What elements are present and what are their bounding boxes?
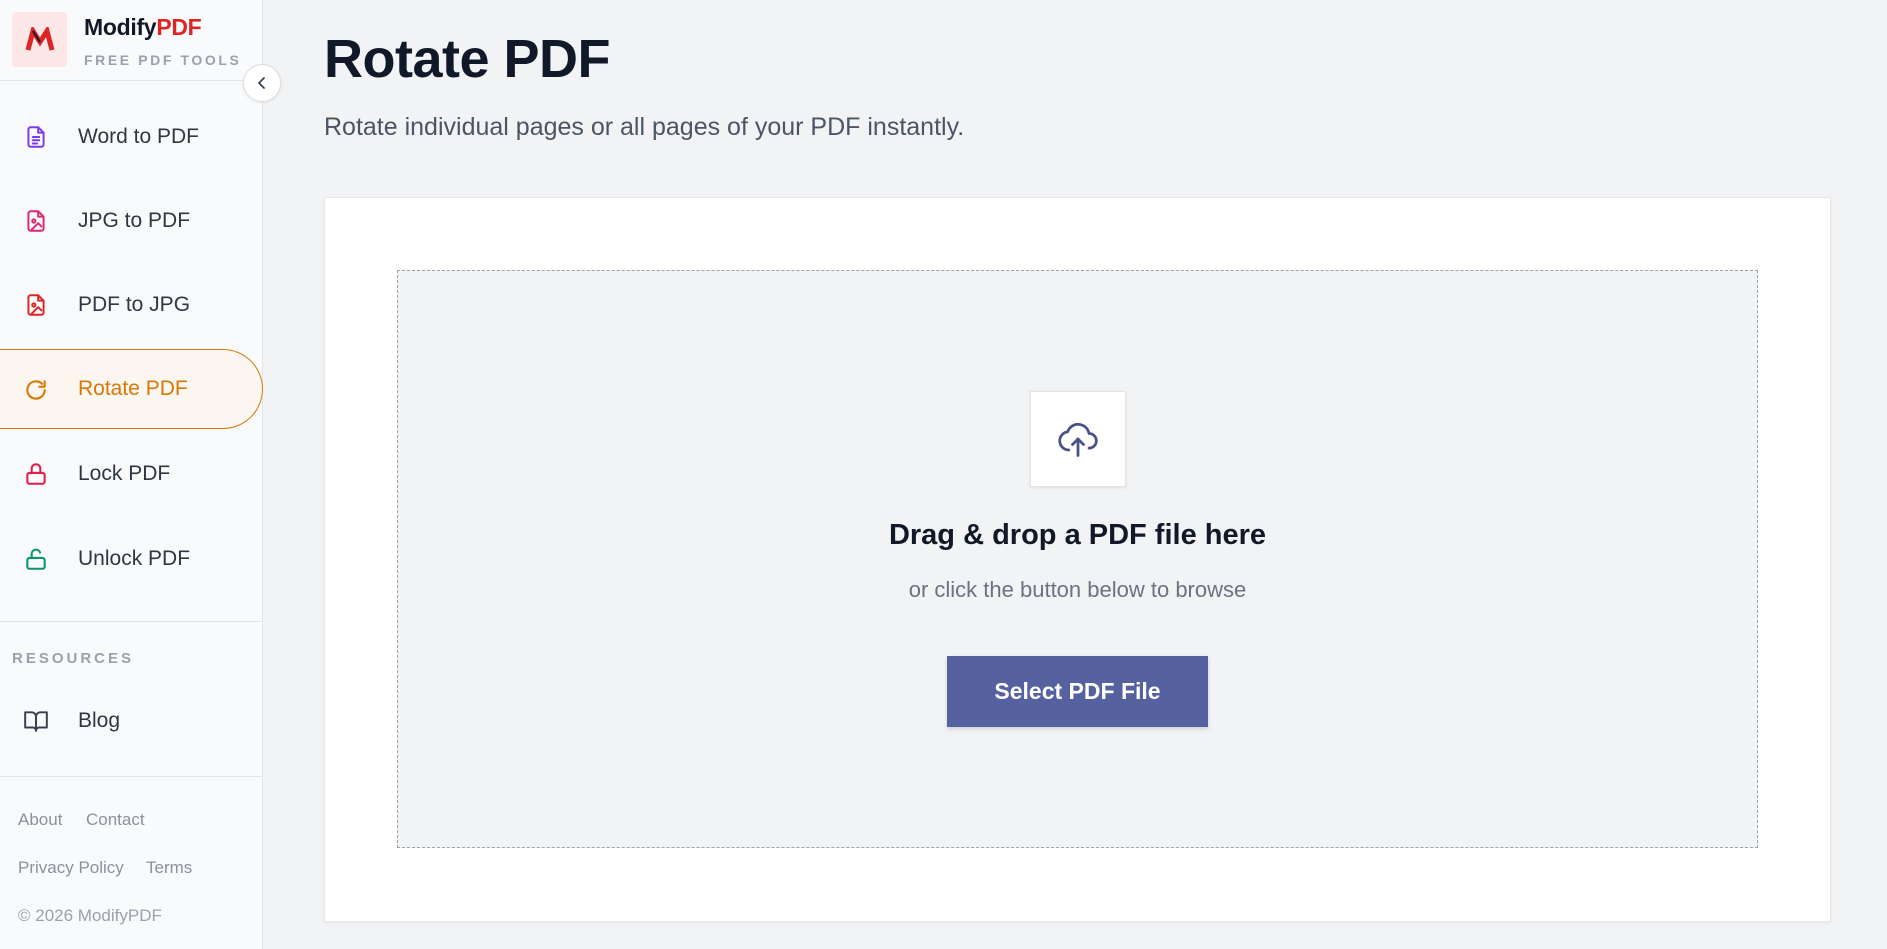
divider xyxy=(0,621,263,622)
document-icon xyxy=(27,126,45,148)
rotate-icon xyxy=(26,380,46,400)
sidebar-item-label: PDF to JPG xyxy=(78,293,191,316)
privacy-policy-link[interactable]: Privacy Policy xyxy=(18,858,124,878)
sidebar-item-label: JPG to PDF xyxy=(78,209,191,232)
image-file-icon xyxy=(27,210,45,232)
sidebar-item-label: Lock PDF xyxy=(78,462,171,485)
select-pdf-button[interactable]: Select PDF File xyxy=(947,656,1208,727)
sidebar-item-lock-pdf[interactable]: Lock PDF xyxy=(0,434,263,514)
image-file-icon xyxy=(27,294,45,316)
chevron-left-icon xyxy=(258,77,265,89)
sidebar-item-label: Unlock PDF xyxy=(78,547,191,570)
dropzone-title: Drag & drop a PDF file here xyxy=(888,519,1267,551)
dropzone-subtitle: or click the button below to browse xyxy=(908,577,1247,602)
brand-name: ModifyPDF xyxy=(84,14,202,40)
sidebar-item-pdf-to-jpg[interactable]: PDF to JPG xyxy=(0,265,263,345)
terms-link[interactable]: Terms xyxy=(146,858,192,878)
pdf-dropzone[interactable] xyxy=(397,270,1758,848)
collapse-sidebar-button[interactable] xyxy=(243,64,281,102)
copyright: © 2026 ModifyPDF xyxy=(18,906,162,925)
sidebar-item-unlock-pdf[interactable]: Unlock PDF xyxy=(0,519,263,599)
sidebar: ModifyPDF FREE PDF TOOLS Word to PDF JPG… xyxy=(0,0,263,949)
sidebar-item-label: Blog xyxy=(78,709,121,732)
page-subtitle: Rotate individual pages or all pages of … xyxy=(324,113,965,141)
contact-link[interactable]: Contact xyxy=(86,810,145,830)
upload-icon-box xyxy=(1030,391,1126,487)
sidebar-item-label: Rotate PDF xyxy=(78,377,188,400)
brand-header[interactable]: ModifyPDF FREE PDF TOOLS xyxy=(0,0,263,81)
logo-icon xyxy=(12,12,67,67)
book-icon xyxy=(24,711,48,732)
sidebar-item-word-to-pdf[interactable]: Word to PDF xyxy=(0,97,263,177)
resources-heading: RESOURCES xyxy=(12,650,135,667)
sidebar-item-rotate-pdf[interactable]: Rotate PDF xyxy=(0,349,263,429)
sidebar-item-label: Word to PDF xyxy=(78,125,199,148)
sidebar-item-blog[interactable]: Blog xyxy=(0,681,263,761)
page-title: Rotate PDF xyxy=(324,29,611,89)
about-link[interactable]: About xyxy=(18,810,62,830)
cloud-upload-icon xyxy=(1058,422,1098,457)
unlock-icon xyxy=(26,548,46,570)
sidebar-item-jpg-to-pdf[interactable]: JPG to PDF xyxy=(0,181,263,261)
divider xyxy=(0,776,263,777)
lock-icon xyxy=(26,463,46,485)
brand-tagline: FREE PDF TOOLS xyxy=(84,52,242,68)
